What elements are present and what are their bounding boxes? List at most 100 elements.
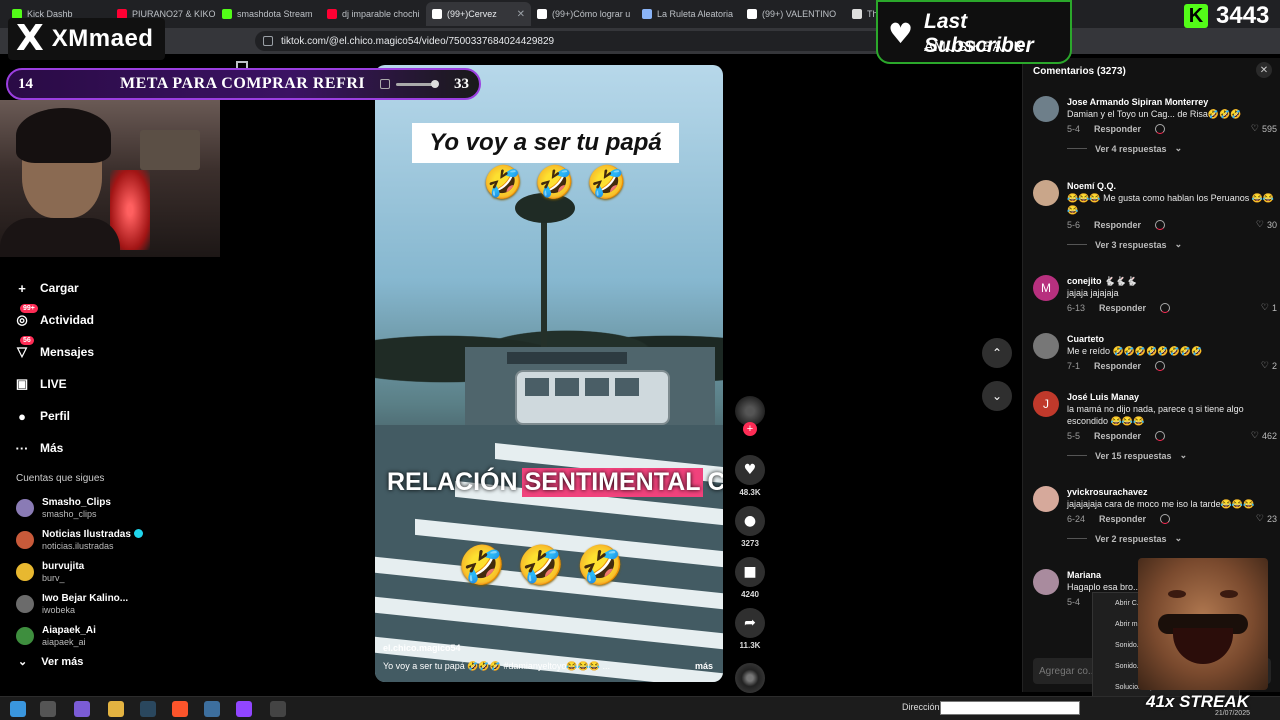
brave-icon[interactable]: [172, 701, 188, 717]
reply-button[interactable]: Responder: [1094, 124, 1141, 134]
obs-icon[interactable]: [270, 701, 286, 717]
discord-icon[interactable]: [236, 701, 252, 717]
heart-icon[interactable]: ♥: [735, 455, 765, 485]
windows-start-icon[interactable]: [10, 701, 26, 717]
comment-author[interactable]: Jose Armando Sipiran Monterrey: [1067, 96, 1277, 108]
task-view-icon[interactable]: [40, 701, 56, 717]
file-explorer-icon[interactable]: [108, 701, 124, 717]
comments-title: Comentarios (3273): [1033, 66, 1126, 77]
steam-icon[interactable]: [140, 701, 156, 717]
save-count: 4240: [741, 590, 759, 599]
comment-icon[interactable]: ●: [735, 506, 765, 536]
following-title: Cuentas que sigues: [16, 473, 105, 484]
comment-like-button[interactable]: ♡ 30: [1256, 219, 1277, 230]
sidebar-item-cargar[interactable]: + Cargar: [14, 272, 194, 304]
comment-like-button[interactable]: ♡ 462: [1251, 430, 1277, 441]
commenter-avatar[interactable]: [1033, 180, 1059, 206]
following-account[interactable]: burvujita burv_: [16, 556, 143, 588]
comment-author[interactable]: Noemí Q.Q.: [1067, 180, 1277, 192]
browser-tab[interactable]: (99+)Cervez ✕: [426, 2, 531, 26]
dislike-icon[interactable]: [1155, 431, 1166, 441]
view-replies-button[interactable]: Ver 3 respuestas ⌄: [1067, 239, 1277, 250]
comment-action[interactable]: ● 3273: [734, 506, 766, 548]
sidebar-item-mensajes[interactable]: ▽ 56 Mensajes: [14, 336, 194, 368]
commenter-avatar[interactable]: [1033, 486, 1059, 512]
browser-tab[interactable]: (99+) VALENTINO: [741, 2, 846, 26]
heart-outline-icon: ♡: [1255, 219, 1264, 229]
sidebar-item-ms[interactable]: ··· Más: [14, 432, 194, 464]
sidebar-item-actividad[interactable]: ◎ 99+ Actividad: [14, 304, 194, 336]
slider-knob[interactable]: [431, 79, 439, 88]
following-account[interactable]: Aiapaek_Ai aiapaek_ai: [16, 620, 143, 652]
video-more-button[interactable]: más: [695, 661, 713, 671]
close-icon[interactable]: ✕: [1256, 62, 1272, 78]
tab-label: dj imparable chochi: [342, 9, 420, 19]
reply-button[interactable]: Responder: [1094, 361, 1141, 371]
comment-like-button[interactable]: ♡ 23: [1256, 513, 1277, 524]
comment-author[interactable]: Cuarteto: [1067, 333, 1277, 345]
reply-button[interactable]: Responder: [1099, 303, 1146, 313]
dislike-icon[interactable]: [1155, 124, 1166, 134]
dislike-icon[interactable]: [1155, 220, 1166, 230]
volume-slider[interactable]: [380, 74, 460, 94]
view-replies-button[interactable]: Ver 4 respuestas ⌄: [1067, 143, 1277, 154]
dislike-icon[interactable]: [1155, 361, 1166, 371]
follow-plus-icon[interactable]: +: [743, 422, 757, 436]
comment-author[interactable]: yvickrosurachavez: [1067, 486, 1277, 498]
dislike-icon[interactable]: [1160, 303, 1171, 313]
commenter-avatar[interactable]: [1033, 96, 1059, 122]
previous-video-button[interactable]: ⌃: [982, 338, 1012, 368]
copilot-icon[interactable]: [74, 701, 90, 717]
share-icon[interactable]: ➦: [735, 608, 765, 638]
taskbar-address-input[interactable]: [940, 701, 1080, 715]
chevron-down-icon: ⌄: [1179, 450, 1188, 460]
view-replies-button[interactable]: Ver 2 respuestas ⌄: [1067, 533, 1277, 544]
like-count: 48.3K: [739, 488, 761, 497]
dislike-icon[interactable]: [1160, 514, 1171, 524]
music-disc-icon[interactable]: [735, 663, 765, 693]
share-action[interactable]: ➦ 11.3K: [734, 608, 766, 650]
url-field[interactable]: tiktok.com/@el.chico.magico54/video/7500…: [255, 31, 885, 51]
volume-icon[interactable]: [380, 79, 390, 89]
comment-meta: 6-13 Responder ♡ 1: [1067, 302, 1277, 314]
close-tab-icon[interactable]: ✕: [517, 9, 525, 20]
heart-outline-icon: ♡: [1250, 123, 1259, 133]
reply-button[interactable]: Responder: [1094, 431, 1141, 441]
video-author[interactable]: el.chico.magico54: [383, 643, 461, 653]
browser-tab[interactable]: La Ruleta Aleatoria: [636, 2, 741, 26]
comment-like-button[interactable]: ♡ 1: [1261, 302, 1277, 313]
goal-target: 33: [454, 75, 469, 92]
sidebar-item-live[interactable]: ▣ LIVE: [14, 368, 194, 400]
commenter-avatar[interactable]: J: [1033, 391, 1059, 417]
commenter-avatar[interactable]: [1033, 569, 1059, 595]
browser-tab[interactable]: (99+)Cómo lograr u: [531, 2, 636, 26]
browser-tab[interactable]: dj imparable chochi: [321, 2, 426, 26]
next-video-button[interactable]: ⌄: [982, 381, 1012, 411]
bookmark-icon[interactable]: ■: [735, 557, 765, 587]
sidebar-item-perfil[interactable]: ● Perfil: [14, 400, 194, 432]
commenter-avatar[interactable]: [1033, 333, 1059, 359]
like-action[interactable]: ♥ 48.3K: [734, 455, 766, 497]
plus-icon: +: [18, 280, 26, 296]
view-replies-button[interactable]: Ver 15 respuestas ⌄: [1067, 450, 1277, 461]
following-account[interactable]: Smasho_Clips smasho_clips: [16, 492, 143, 524]
url-text: tiktok.com/@el.chico.magico54/video/7500…: [281, 35, 555, 47]
avatar: [16, 595, 34, 613]
comment-author[interactable]: José Luis Manay: [1067, 391, 1277, 403]
steam-icon[interactable]: [204, 701, 220, 717]
comment-like-button[interactable]: ♡ 2: [1261, 360, 1277, 371]
commenter-avatar[interactable]: M: [1033, 275, 1059, 301]
see-more-link[interactable]: ⌄ Ver más: [18, 655, 83, 669]
reply-button[interactable]: Responder: [1094, 220, 1141, 230]
save-action[interactable]: ■ 4240: [734, 557, 766, 599]
browser-tab[interactable]: smashdota Stream: [216, 2, 321, 26]
following-account[interactable]: Noticias Ilustradas noticias.ilustradas: [16, 524, 143, 556]
following-account[interactable]: Iwo Bejar Kalino... iwobeka: [16, 588, 143, 620]
comment-date: 5-4: [1067, 597, 1081, 607]
comment-like-button[interactable]: ♡ 595: [1251, 123, 1277, 134]
author-avatar[interactable]: +: [735, 396, 765, 436]
site-info-icon[interactable]: [263, 36, 273, 46]
comment-author[interactable]: conejito 🐇🐇🐇: [1067, 275, 1277, 287]
reply-button[interactable]: Responder: [1099, 514, 1146, 524]
video-player[interactable]: Yo voy a ser tu papá 🤣🤣🤣 RELACIÓN SENTIM…: [375, 65, 723, 682]
